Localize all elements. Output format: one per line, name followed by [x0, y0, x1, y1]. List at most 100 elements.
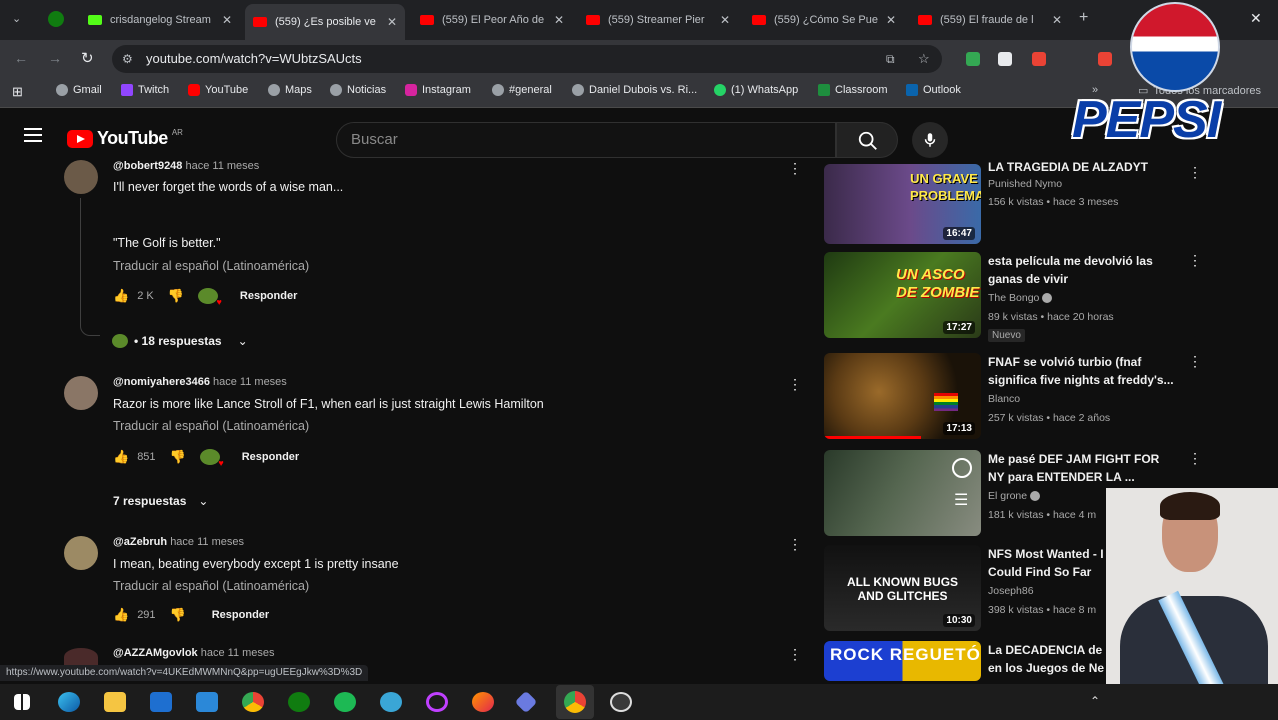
omnibox[interactable]: ⚙ youtube.com/watch?v=WUbtzSAUcts ⧉ ☆	[112, 45, 942, 73]
tab-2-active[interactable]: (559) ¿Es posible ve ✕	[245, 4, 405, 40]
video-thumbnail[interactable]: ROCK REGUETÓN	[824, 641, 981, 681]
vpn-icon[interactable]	[514, 690, 538, 714]
avatar[interactable]	[64, 648, 98, 666]
voice-search-button[interactable]	[912, 122, 948, 158]
comment-menu-icon[interactable]: ⋮	[788, 536, 802, 553]
replies-toggle[interactable]: • 18 respuestas ⌄	[112, 334, 248, 348]
translate-link[interactable]: Traducir al español (Latinoamérica)	[113, 579, 309, 593]
back-icon[interactable]: ←	[14, 50, 28, 66]
chrome-active-icon[interactable]	[556, 685, 594, 719]
close-icon[interactable]: ✕	[720, 13, 730, 27]
like-icon[interactable]: 👍	[113, 607, 129, 623]
tab-search-icon[interactable]: ⌄	[12, 12, 21, 25]
video-title[interactable]: LA TRAGEDIA DE ALZADYT	[988, 158, 1178, 174]
reload-icon[interactable]: ↻	[81, 49, 94, 67]
file-explorer-icon[interactable]	[104, 692, 126, 712]
dislike-icon[interactable]: 👎	[168, 288, 184, 304]
avatar[interactable]	[64, 376, 98, 410]
comment-time[interactable]: hace 11 meses	[185, 160, 259, 172]
comment-time[interactable]: hace 11 meses	[201, 647, 275, 659]
reply-button[interactable]: Responder	[212, 609, 269, 621]
dislike-icon[interactable]: 👎	[170, 607, 186, 623]
xbox-icon[interactable]	[288, 692, 310, 712]
channel-name[interactable]: El grone	[988, 490, 1041, 502]
close-icon[interactable]: ✕	[886, 13, 896, 27]
bookmark-maps[interactable]: Maps	[268, 84, 312, 96]
video-title[interactable]: NFS Most Wanted - I Could Find So Far	[988, 545, 1108, 581]
comment-menu-icon[interactable]: ⋮	[788, 646, 802, 663]
bookmark-outlook[interactable]: Outlook	[906, 84, 961, 96]
bookmark-noticias[interactable]: Noticias	[330, 84, 386, 96]
video-menu-icon[interactable]: ⋮	[1188, 252, 1202, 269]
forward-icon[interactable]: →	[48, 50, 62, 66]
comment-author[interactable]: @aZebruh hace 11 meses	[113, 536, 244, 548]
bookmark-twitch[interactable]: Twitch	[121, 84, 169, 96]
comment-time[interactable]: hace 11 meses	[170, 536, 244, 548]
author-handle[interactable]: @bobert9248	[113, 160, 182, 172]
tab-1[interactable]: crisdangelog Stream ✕	[80, 6, 240, 34]
video-menu-icon[interactable]: ⋮	[1188, 164, 1202, 181]
video-title[interactable]: FNAF se volvió turbio (fnaf significa fi…	[988, 353, 1178, 389]
tab-4[interactable]: (559) Streamer Pier ✕	[578, 6, 738, 34]
youtube-logo[interactable]: YouTube AR	[67, 128, 183, 149]
like-icon[interactable]: 👍	[113, 449, 129, 465]
video-thumbnail[interactable]: ☰	[824, 450, 981, 536]
add-to-queue-icon[interactable]: ☰	[954, 490, 968, 510]
recommendation-item[interactable]: UN GRAVE PROBLEMA 16:47 LA TRAGEDIA DE A…	[824, 160, 1244, 254]
xbox-favicon-icon[interactable]	[48, 11, 64, 27]
recommendation-item[interactable]: 17:13 FNAF se volvió turbio (fnaf signif…	[824, 353, 1244, 443]
video-thumbnail[interactable]: UN GRAVE PROBLEMA 16:47	[824, 164, 981, 244]
obs-icon[interactable]	[610, 692, 632, 712]
comment-time[interactable]: hace 11 meses	[213, 376, 287, 388]
menu-icon[interactable]	[24, 128, 42, 142]
search-input[interactable]: Buscar	[336, 122, 836, 158]
search-button[interactable]	[836, 122, 898, 158]
video-title[interactable]: Me pasé DEF JAM FIGHT FOR NY para ENTEND…	[988, 450, 1178, 486]
channel-name[interactable]: The Bongo	[988, 292, 1053, 304]
comment-menu-icon[interactable]: ⋮	[788, 160, 802, 177]
site-info-icon[interactable]: ⚙	[122, 45, 133, 73]
watch-later-icon[interactable]	[952, 458, 972, 478]
bookmark-youtube[interactable]: YouTube	[188, 84, 248, 96]
star-icon[interactable]: ☆	[918, 45, 930, 73]
edge-icon[interactable]	[58, 692, 80, 712]
mail-icon[interactable]	[150, 692, 172, 712]
video-thumbnail[interactable]: 17:13	[824, 353, 981, 439]
video-menu-icon[interactable]: ⋮	[1188, 353, 1202, 370]
bookmark-gmail[interactable]: Gmail	[56, 84, 102, 96]
video-title[interactable]: esta película me devolvió las ganas de v…	[988, 252, 1178, 288]
bookmark-instagram[interactable]: Instagram	[405, 84, 471, 96]
cortana-icon[interactable]	[426, 692, 448, 712]
extension-icon[interactable]	[966, 52, 980, 66]
comment-menu-icon[interactable]: ⋮	[788, 376, 802, 393]
author-handle[interactable]: @nomiyahere3466	[113, 376, 210, 388]
bookmark-classroom[interactable]: Classroom	[818, 84, 888, 96]
tab-3[interactable]: (559) El Peor Año de ✕	[412, 6, 572, 34]
channel-name[interactable]: Blanco	[988, 393, 1020, 405]
reply-button[interactable]: Responder	[240, 290, 297, 302]
extension-icon[interactable]	[998, 52, 1012, 66]
apps-icon[interactable]: ⊞	[12, 84, 23, 100]
avatar[interactable]	[64, 536, 98, 570]
video-thumbnail[interactable]: ALL KNOWN BUGS AND GLITCHES 10:30	[824, 545, 981, 631]
author-handle[interactable]: @aZebruh	[113, 536, 167, 548]
close-icon[interactable]: ✕	[554, 13, 564, 27]
windows-start-icon[interactable]	[14, 694, 30, 710]
spotify-icon[interactable]	[334, 692, 356, 712]
comment-author[interactable]: @nomiyahere3466 hace 11 meses	[113, 376, 287, 388]
app-icon[interactable]	[380, 692, 402, 712]
extension-icon[interactable]	[1032, 52, 1046, 66]
firefox-icon[interactable]	[472, 692, 494, 712]
recommendation-item[interactable]: UN ASCO DE ZOMBIE 17:27 esta película me…	[824, 252, 1244, 342]
tab-5[interactable]: (559) ¿Cómo Se Pue ✕	[744, 6, 904, 34]
like-icon[interactable]: 👍	[113, 288, 129, 304]
channel-name[interactable]: Punished Nymo	[988, 178, 1062, 190]
tray-chevron-icon[interactable]: ⌃	[1090, 694, 1100, 708]
close-icon[interactable]: ✕	[387, 15, 397, 29]
tab-6[interactable]: (559) El fraude de l ✕	[910, 6, 1070, 34]
channel-name[interactable]: Joseph86	[988, 585, 1034, 597]
comment-author[interactable]: @AZZAMgovlok hace 11 meses	[113, 647, 275, 659]
reply-button[interactable]: Responder	[242, 451, 299, 463]
replies-toggle[interactable]: 7 respuestas ⌄	[113, 494, 208, 508]
translate-link[interactable]: Traducir al español (Latinoamérica)	[113, 259, 309, 273]
